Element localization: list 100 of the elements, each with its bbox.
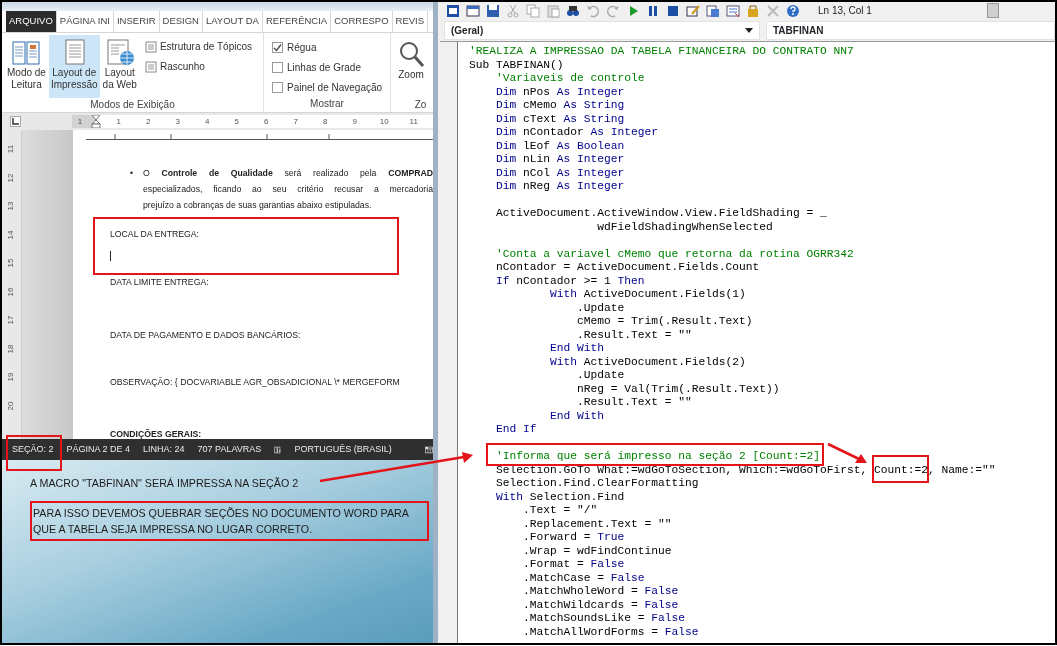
properties-icon[interactable]	[726, 3, 740, 18]
code-text: .Result.Text = ""	[576, 328, 692, 341]
ruler-number: 17	[5, 315, 17, 325]
code-text: lEof	[522, 139, 552, 152]
code-keyword: False	[651, 612, 686, 624]
cursor-position: Ln 13, Col 1	[818, 4, 872, 18]
code-text: ActiveDocument.Fields(2)	[582, 355, 746, 368]
boxed-note: PARA ISSO DEVEMOS QUEBRAR SEÇÕES NO DOCUMENTO WORD PARA QUE A TABELA SEJA IMPRESSA NO LUGAR CORRETO.	[30, 501, 429, 541]
bullet-paragraph: O Controle de Qualidade será realizado pela COMPRAD especializados, ficando ao seu critério recusar a mercadoria prejuízo a cobranças de suas garantias abaixo estipuladas.	[143, 167, 433, 213]
annotation-text: A MACRO "TABFINAN" SERÁ IMPRESSA NA SEÇÃO 2	[30, 476, 300, 490]
document-text: DATA LIMITE ENTREGA:	[110, 276, 210, 290]
globe-page-icon	[104, 37, 135, 67]
stop-icon[interactable]	[666, 3, 680, 18]
group-label: Zo	[413, 98, 428, 112]
status-item[interactable]: 707 PALAVRAS	[197, 443, 262, 454]
help-icon[interactable]	[786, 3, 800, 18]
code-text: .Format =	[522, 558, 585, 570]
ruler-number: 15	[5, 258, 17, 268]
book-icon[interactable]	[274, 443, 282, 456]
ruler-number: 5	[233, 115, 240, 128]
form-icon[interactable]	[466, 3, 480, 18]
ruler-number: 9	[351, 115, 358, 128]
project-icon[interactable]	[706, 3, 720, 18]
status-item[interactable]: SEÇÃO: 2	[12, 443, 54, 454]
code-keyword: With	[549, 355, 578, 368]
ruler-number: 6	[263, 115, 270, 128]
code-text: .Wrap = wdFindContinue	[522, 544, 672, 557]
code-keyword: Dim	[495, 180, 517, 192]
document-text: LOCAL DA ENTREGA:	[110, 228, 200, 242]
ruler-number: 1	[115, 115, 122, 128]
view-option-button[interactable]: Rascunho	[142, 58, 254, 75]
code-keyword: As Integer	[590, 126, 659, 138]
code-keyword: As Integer	[556, 153, 625, 165]
code-keyword: Dim	[495, 85, 517, 98]
pause-icon[interactable]	[646, 3, 660, 18]
code-text: nReg = Val(Trim(.Result.Text))	[576, 382, 780, 395]
code-text: cText	[522, 112, 558, 125]
status-item[interactable]: PÁGINA 2 DE 4	[66, 443, 131, 454]
layout-icon[interactable]	[424, 443, 433, 456]
view-button[interactable]: Modo de Leitura	[5, 35, 48, 98]
checkbox[interactable]	[272, 81, 283, 93]
document-text: OBSERVAÇÃO: { DOCVARIABLE AGR_OBSADICIONAL \* MERGEFORM	[110, 376, 401, 390]
code-text: .MatchWholeWord =	[522, 585, 639, 597]
code-text: nReg	[522, 180, 552, 192]
view-option-button[interactable]: Estrutura de Tópicos	[142, 38, 254, 55]
file-tab[interactable]: ARQUIVO	[6, 11, 57, 32]
checkbox[interactable]	[272, 61, 283, 73]
code-keyword: False	[644, 585, 679, 597]
code-comment: 'REALIZA A IMPRESSAO DA TABELA FINANCEIRA DO CONTRATO NN7	[469, 45, 854, 57]
code-keyword: False	[644, 598, 679, 611]
code-keyword: Dim	[495, 99, 517, 111]
code-text: nContador	[522, 126, 585, 138]
ruler-number: 16	[5, 287, 17, 297]
save-icon[interactable]	[486, 3, 500, 18]
checkbox-label[interactable]: Linhas de Grade	[287, 59, 361, 75]
code-keyword: As Integer	[556, 85, 625, 98]
code-text: .MatchAllWordForms =	[522, 625, 660, 638]
ruler-number: 11	[408, 115, 419, 128]
tab-selector[interactable]	[10, 116, 21, 127]
view-button[interactable]: Layout da Web	[100, 35, 139, 98]
status-item[interactable]: LINHA: 24	[143, 443, 185, 454]
ruler-number: 7	[292, 115, 299, 128]
ruler-number: 20	[5, 401, 17, 411]
code-text: nContador >= 1	[515, 274, 612, 287]
code-text: .MatchCase =	[522, 571, 606, 584]
arrow	[827, 442, 867, 463]
view-button[interactable]: Layout de Impressão	[48, 35, 100, 98]
document-icon[interactable]	[446, 3, 460, 18]
outline-icon	[144, 40, 157, 53]
ruler-number: 13	[5, 201, 17, 211]
code-text: cMemo	[522, 99, 558, 111]
code-keyword: Dim	[495, 112, 517, 125]
code-text: .Text = "/"	[522, 504, 598, 516]
ruler-number: 11	[5, 145, 17, 154]
object-dropdown[interactable]: (Geral)	[444, 20, 760, 40]
code-keyword: End With	[549, 342, 605, 354]
code-text: nContador = ActiveDocument.Fields.Count	[495, 261, 760, 273]
group-label: Modos de Exibição	[89, 98, 176, 112]
ruler-number: 10	[378, 115, 390, 128]
code-text: Selection.GoTo What:=wdGoToSection, Which:=wdGoToFirst,	[495, 463, 869, 476]
code-text: ActiveDocument.ActiveWindow.View.FieldShading = _	[495, 207, 827, 219]
code-text: .Replacement.Text = ""	[522, 517, 672, 530]
binoculars-icon[interactable]	[566, 3, 580, 18]
code-keyword: As Boolean	[556, 139, 625, 152]
code-keyword: As String	[563, 99, 625, 111]
ruler-number: 3	[174, 115, 181, 128]
ruler-number: 4	[204, 115, 211, 128]
checkbox[interactable]	[272, 41, 283, 53]
code-comment: 'Conta a variavel cMemo que retorna da rotina OGRR342	[495, 247, 854, 260]
code-keyword: Then	[617, 274, 645, 287]
code-text: Selection.Find.ClearFormatting	[495, 477, 699, 489]
indent-marker[interactable]	[91, 115, 101, 128]
checkbox-label[interactable]: Painel de Navegação	[287, 79, 383, 95]
view-button[interactable]: Zoom	[394, 35, 428, 98]
checkbox-label[interactable]: Régua	[287, 39, 317, 55]
status-item[interactable]: PORTUGUÊS (BRASIL)	[294, 443, 392, 454]
code-comment: 'Informa que será impresso na seção 2 [Count:=2]	[496, 450, 821, 462]
design-icon[interactable]	[686, 3, 700, 18]
ruler-number: 12	[5, 173, 17, 183]
procedure-dropdown[interactable]: TABFINAN	[766, 20, 1055, 40]
